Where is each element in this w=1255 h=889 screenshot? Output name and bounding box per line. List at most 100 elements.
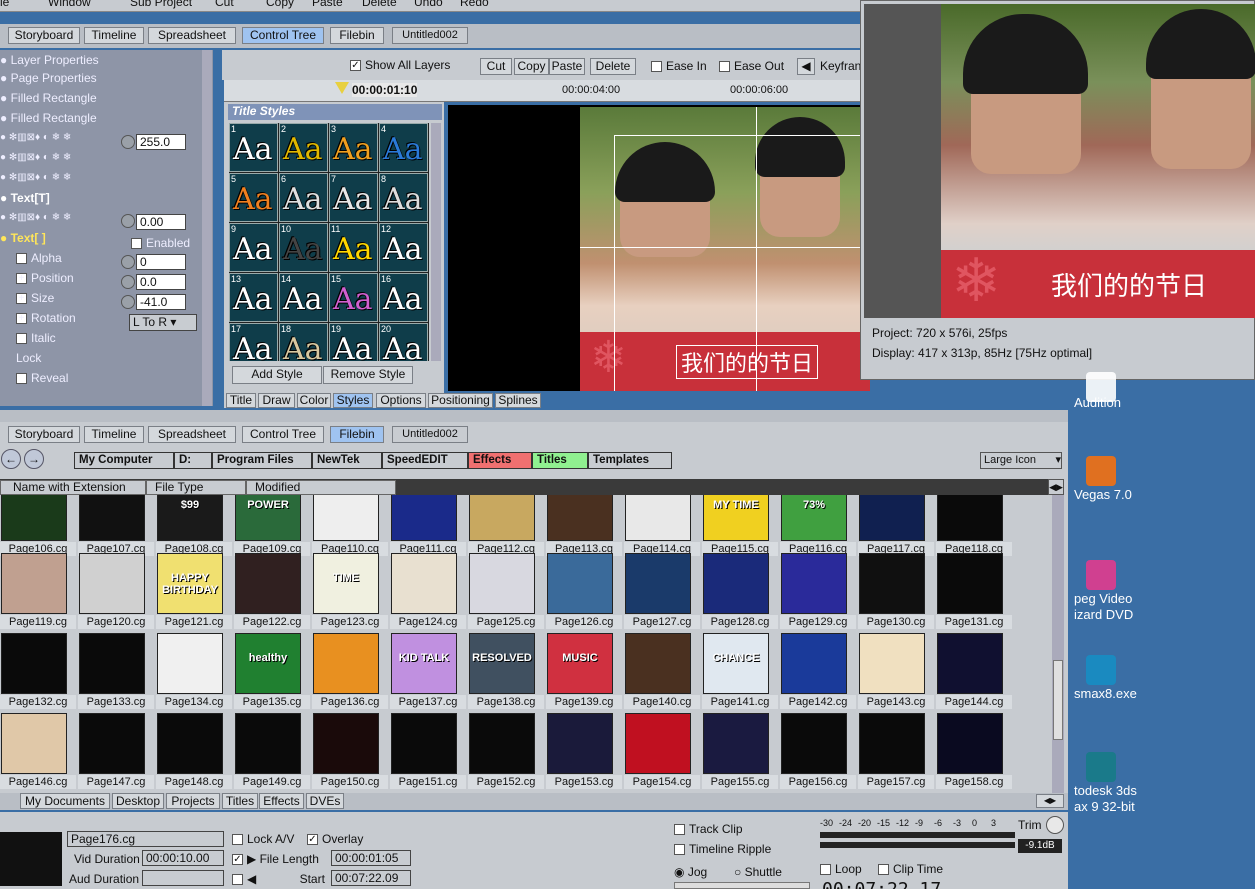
path-segment-d[interactable]: D:	[174, 452, 212, 469]
file-item[interactable]: Page149.cg	[234, 713, 310, 789]
value-knob-1[interactable]	[121, 135, 135, 149]
file-item[interactable]: Page156.cg	[780, 713, 856, 789]
file-item[interactable]: Page112.cg	[468, 495, 544, 556]
trim-knob[interactable]	[1046, 816, 1064, 834]
location-tab-dves[interactable]: DVEs	[306, 793, 344, 809]
title-style-swatch[interactable]: 15 Aa	[329, 273, 378, 322]
tree-page-properties[interactable]: ● Page Properties	[0, 68, 97, 88]
tree-position[interactable]: + Position	[16, 268, 74, 288]
view-select[interactable]: Large Icon ▾	[980, 452, 1062, 469]
filebin-tab-document[interactable]: Untitled002	[392, 426, 468, 443]
title-style-swatch[interactable]: 3 Aa	[329, 123, 378, 172]
filebin-tab-spreadsheet[interactable]: Spreadsheet	[148, 426, 236, 443]
tab-storyboard[interactable]: Storyboard	[8, 27, 80, 44]
file-item[interactable]: Page146.cg	[0, 713, 76, 789]
loop-toggle[interactable]: Loop	[820, 862, 862, 876]
size-field[interactable]: -41.0	[136, 294, 186, 310]
tree-alpha[interactable]: Alpha	[16, 248, 62, 268]
file-item[interactable]: Page136.cg	[312, 633, 388, 709]
size-knob[interactable]	[121, 295, 135, 309]
location-tab-desktop[interactable]: Desktop	[112, 793, 164, 809]
file-item[interactable]: Page133.cg	[78, 633, 154, 709]
file-item[interactable]: Page120.cg	[78, 553, 154, 629]
file-item[interactable]: Page117.cg	[858, 495, 934, 556]
title-style-swatch[interactable]: 9 Aa	[229, 223, 278, 272]
tab-spreadsheet[interactable]: Spreadsheet	[148, 27, 236, 44]
position-knob[interactable]	[121, 275, 135, 289]
file-item[interactable]: Page122.cg	[234, 553, 310, 629]
tree-filled-rectangle-2[interactable]: ● Filled Rectangle	[0, 108, 97, 128]
file-item[interactable]: Page131.cg	[936, 553, 1012, 629]
clip-filename[interactable]: Page176.cg	[67, 831, 224, 847]
editor-tab-styles[interactable]: Styles	[333, 393, 373, 408]
menu-item-delete[interactable]: Delete	[362, 0, 397, 9]
desktop-icon-label[interactable]: peg Video izard DVD	[1074, 591, 1133, 623]
tree-layer-properties[interactable]: ● Layer Properties	[0, 50, 99, 70]
desktop-icon-vegas-7-0[interactable]	[1086, 456, 1116, 486]
file-item[interactable]: POWER Page109.cg	[234, 495, 310, 556]
jog-radio[interactable]: ◉ Jog	[674, 865, 707, 879]
title-style-swatch[interactable]: 19 Aa	[329, 323, 378, 361]
file-item[interactable]: Page152.cg	[468, 713, 544, 789]
clip-thumbnail[interactable]	[0, 832, 62, 886]
path-segment-effects[interactable]: Effects	[468, 452, 532, 469]
file-item[interactable]: Page154.cg	[624, 713, 700, 789]
menu-item-redo[interactable]: Redo	[460, 0, 489, 9]
show-all-layers[interactable]: ✓ Show All Layers	[350, 58, 450, 72]
tree-lock[interactable]: Lock	[16, 348, 41, 368]
tab-timeline[interactable]: Timeline	[84, 27, 144, 44]
vid-duration-field[interactable]: 00:00:10.00	[142, 850, 224, 866]
desktop-icon-peg-video[interactable]	[1086, 560, 1116, 590]
file-item[interactable]: Page114.cg	[624, 495, 700, 556]
menu-item-cut[interactable]: Cut	[215, 0, 234, 9]
desktop-icon-label[interactable]: todesk 3ds ax 9 32-bit	[1074, 783, 1137, 815]
audio-checkbox[interactable]	[232, 874, 243, 886]
file-item[interactable]: Page155.cg	[702, 713, 778, 789]
file-item[interactable]: Page125.cg	[468, 553, 544, 629]
editor-tab-positioning[interactable]: Positioning	[428, 393, 493, 408]
filebin-tab-storyboard[interactable]: Storyboard	[8, 426, 80, 443]
file-item[interactable]: Page147.cg	[78, 713, 154, 789]
menu-item-window[interactable]: Window	[48, 0, 91, 9]
location-tab-projects[interactable]: Projects	[166, 793, 220, 809]
desktop-icon-todesk-3ds[interactable]	[1086, 752, 1116, 782]
forward-button[interactable]: →	[24, 449, 44, 469]
path-segment-speededit[interactable]: SpeedEDIT	[382, 452, 468, 469]
path-segment-newtek[interactable]: NewTek	[312, 452, 382, 469]
title-style-swatch[interactable]: 20 Aa	[379, 323, 428, 361]
file-length-checkbox[interactable]: ✓	[232, 854, 243, 866]
file-item[interactable]: Page132.cg	[0, 633, 76, 709]
desktop-icon-label[interactable]: smax8.exe	[1074, 686, 1137, 702]
caption-text[interactable]: 我们的的节日	[676, 345, 819, 379]
file-item[interactable]: MY TIME Page115.cg	[702, 495, 778, 556]
filebin-tab-control-tree[interactable]: Control Tree	[242, 426, 324, 443]
rotation-mode-select[interactable]: L To R ▾	[129, 314, 197, 331]
track-clip-toggle[interactable]: Track Clip	[674, 822, 743, 836]
tree-reveal[interactable]: Reveal	[16, 368, 68, 388]
reveal-checkbox[interactable]	[16, 373, 27, 385]
ease-out-toggle[interactable]: Ease Out	[719, 59, 784, 73]
canvas-frame[interactable]: ❄ 我们的的节日	[580, 107, 870, 391]
tree-italic[interactable]: Italic	[16, 328, 56, 348]
path-segment-titles[interactable]: Titles	[532, 452, 588, 469]
timeline-ripple-toggle[interactable]: Timeline Ripple	[674, 842, 771, 856]
desktop-icon-label[interactable]: Vegas 7.0	[1074, 487, 1132, 503]
file-item[interactable]: Page148.cg	[156, 713, 232, 789]
column-scroll-button[interactable]: ◀▶	[1048, 479, 1064, 495]
file-item[interactable]: Page119.cg	[0, 553, 76, 629]
alpha-knob[interactable]	[121, 255, 135, 269]
paste-button[interactable]: Paste	[549, 58, 585, 75]
file-item[interactable]: TIME Page123.cg	[312, 553, 388, 629]
enabled-toggle[interactable]: Enabled	[131, 236, 190, 250]
file-item[interactable]: Page113.cg	[546, 495, 622, 556]
file-item[interactable]: Page142.cg	[780, 633, 856, 709]
file-item[interactable]: KID TALK Page137.cg	[390, 633, 466, 709]
editor-tab-splines[interactable]: Splines	[495, 393, 541, 408]
title-style-swatch[interactable]: 18 Aa	[279, 323, 328, 361]
file-item[interactable]: Page144.cg	[936, 633, 1012, 709]
position-field[interactable]: 0.0	[136, 274, 186, 290]
path-segment-my-computer[interactable]: My Computer	[74, 452, 174, 469]
title-style-swatch[interactable]: 2 Aa	[279, 123, 328, 172]
copy-button[interactable]: Copy	[514, 58, 549, 75]
title-style-swatch[interactable]: 10 Aa	[279, 223, 328, 272]
